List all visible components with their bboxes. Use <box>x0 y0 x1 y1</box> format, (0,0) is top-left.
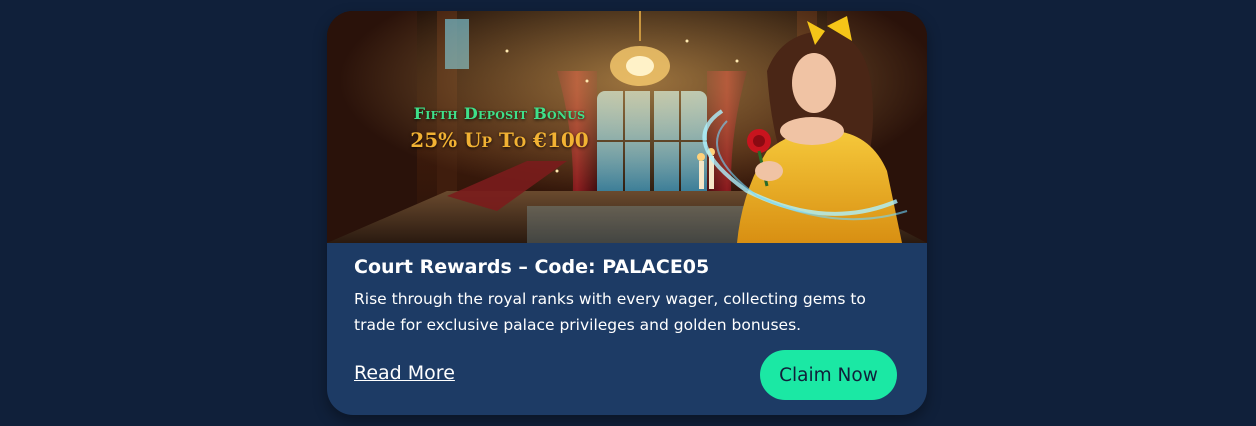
claim-now-button[interactable]: Claim Now <box>760 350 897 400</box>
promo-description: Rise through the royal ranks with every … <box>354 290 866 334</box>
promo-card: Fifth Deposit Bonus 25% Up To €100 Court… <box>327 11 927 415</box>
promo-banner-offer: 25% Up To €100 <box>410 128 589 152</box>
read-more-link[interactable]: Read More <box>354 362 455 384</box>
promo-banner-image: Fifth Deposit Bonus 25% Up To €100 <box>327 11 927 243</box>
ballroom-scene-illustration <box>327 11 927 243</box>
promo-banner-headline: Fifth Deposit Bonus <box>413 104 586 123</box>
promo-title: Court Rewards – Code: PALACE05 <box>354 256 710 278</box>
